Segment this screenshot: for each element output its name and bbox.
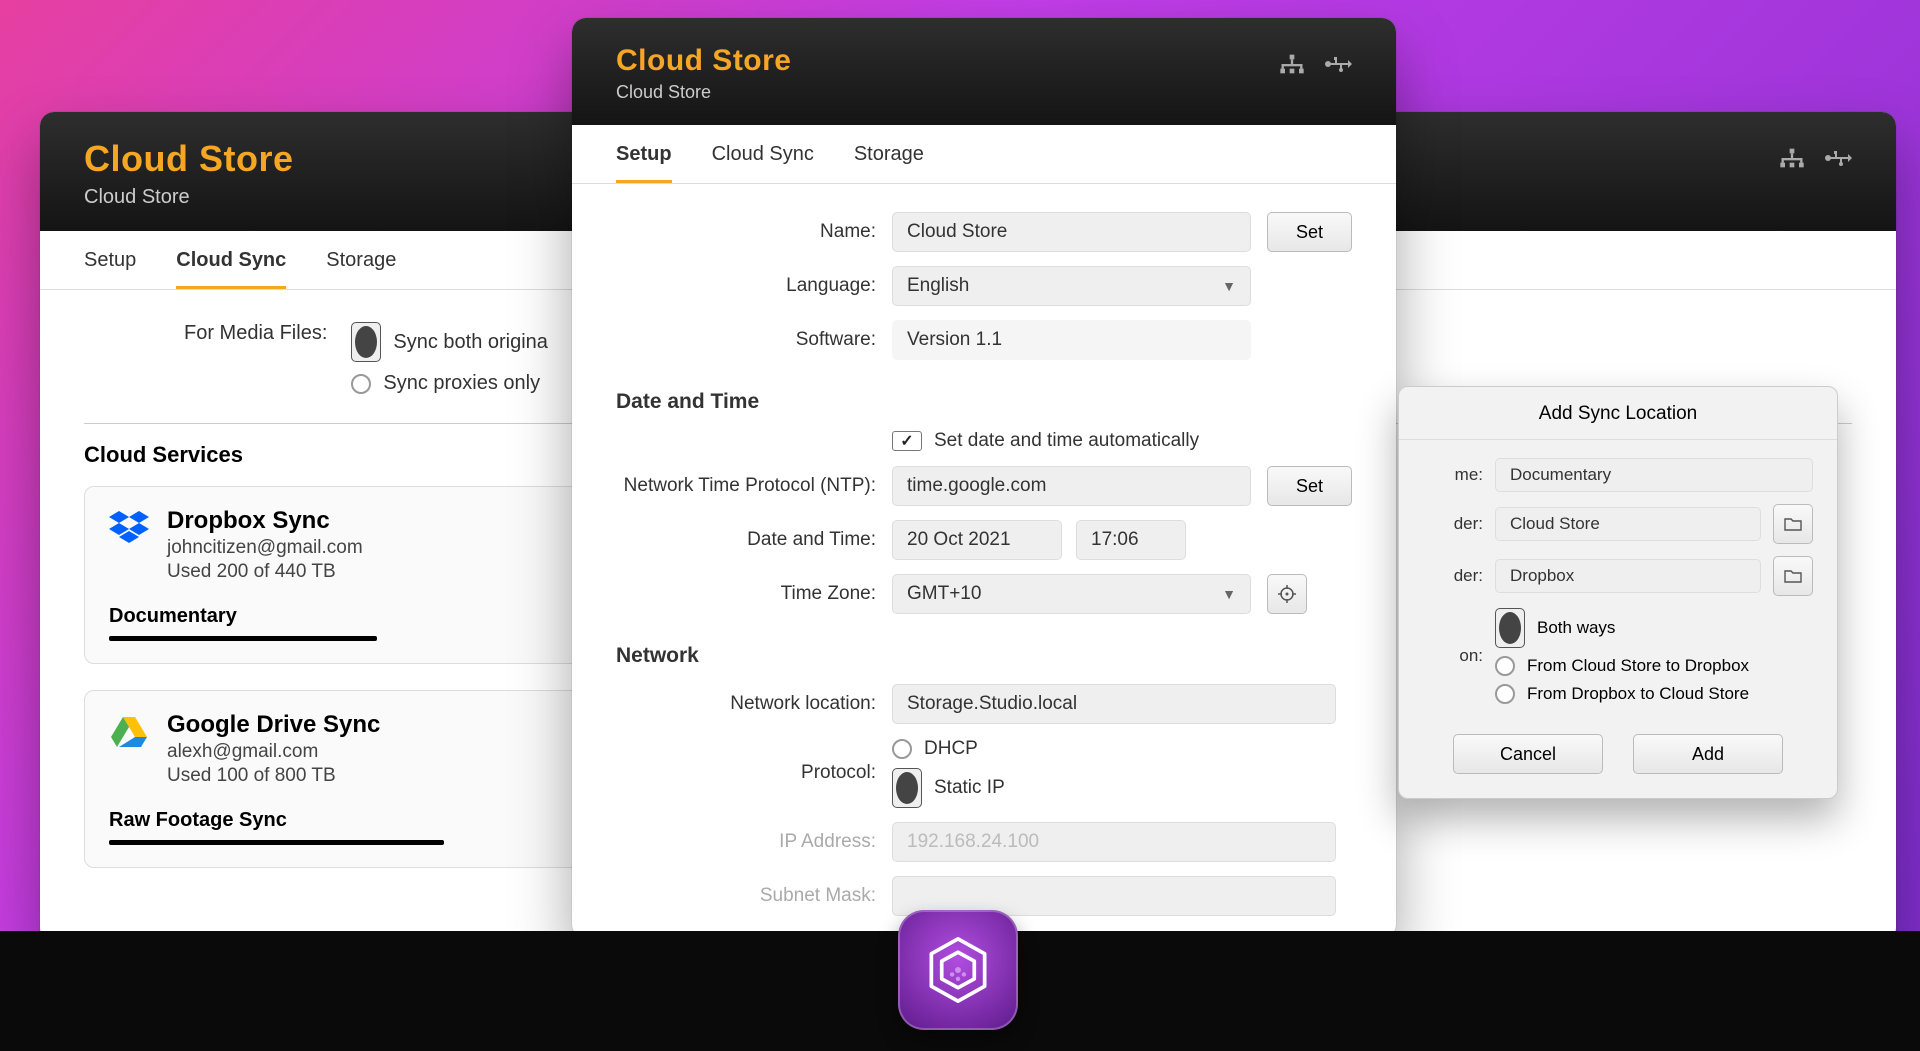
service-name: Google Drive Sync bbox=[167, 711, 380, 739]
asl-title: Add Sync Location bbox=[1399, 387, 1837, 440]
tab-storage[interactable]: Storage bbox=[854, 143, 924, 183]
app-title: Cloud Store bbox=[84, 138, 294, 180]
google-drive-icon bbox=[109, 711, 149, 751]
cloudstore-window-setup: Cloud Store Cloud Store Setup Cloud Sync… bbox=[572, 18, 1396, 938]
software-label: Software: bbox=[616, 329, 876, 351]
service-usage: Used 200 of 440 TB bbox=[167, 561, 363, 583]
tab-storage[interactable]: Storage bbox=[326, 249, 396, 289]
timezone-label: Time Zone: bbox=[616, 583, 876, 605]
tab-cloud-sync[interactable]: Cloud Sync bbox=[176, 249, 286, 289]
add-sync-location-panel: Add Sync Location me: Documentary der: C… bbox=[1398, 386, 1838, 799]
asl-add-button[interactable]: Add bbox=[1633, 734, 1783, 774]
software-version: Version 1.1 bbox=[892, 320, 1251, 360]
asl-name-input[interactable]: Documentary bbox=[1495, 458, 1813, 492]
ip-label: IP Address: bbox=[616, 831, 876, 853]
tab-setup[interactable]: Setup bbox=[84, 249, 136, 289]
service-account: alexh@gmail.com bbox=[167, 741, 380, 763]
network-icon[interactable] bbox=[1778, 148, 1806, 173]
protocol-label: Protocol: bbox=[616, 762, 876, 784]
media-files-label: For Media Files: bbox=[184, 322, 327, 345]
window-header: Cloud Store Cloud Store bbox=[572, 18, 1396, 125]
auto-datetime-checkbox[interactable]: Set date and time automatically bbox=[892, 430, 1352, 452]
asl-dir-to-dropbox[interactable]: From Cloud Store to Dropbox bbox=[1495, 656, 1813, 676]
radio-icon bbox=[1495, 684, 1515, 704]
asl-dir-from-dropbox[interactable]: From Dropbox to Cloud Store bbox=[1495, 684, 1813, 704]
asl-name-label: me: bbox=[1423, 465, 1483, 485]
chevron-down-icon: ▼ bbox=[1222, 586, 1236, 602]
datetime-label: Date and Time: bbox=[616, 529, 876, 551]
service-entry-name: Documentary bbox=[109, 605, 237, 628]
radio-icon bbox=[892, 768, 922, 808]
service-entry-name: Raw Footage Sync bbox=[109, 809, 287, 832]
netloc-input[interactable]: Storage.Studio.local bbox=[892, 684, 1336, 724]
network-icon[interactable] bbox=[1278, 54, 1306, 79]
radio-icon bbox=[351, 374, 371, 394]
timezone-select[interactable]: GMT+10 ▼ bbox=[892, 574, 1251, 614]
protocol-dhcp[interactable]: DHCP bbox=[892, 738, 1352, 760]
app-title: Cloud Store bbox=[616, 44, 792, 78]
asl-folder1-label: der: bbox=[1423, 514, 1483, 534]
asl-cancel-button[interactable]: Cancel bbox=[1453, 734, 1603, 774]
service-account: johncitizen@gmail.com bbox=[167, 537, 363, 559]
time-input[interactable]: 17:06 bbox=[1076, 520, 1186, 560]
ntp-input[interactable]: time.google.com bbox=[892, 466, 1251, 506]
radio-icon bbox=[351, 322, 381, 362]
service-usage: Used 100 of 800 TB bbox=[167, 765, 380, 787]
asl-dir-both[interactable]: Both ways bbox=[1495, 608, 1813, 648]
asl-folder2-label: der: bbox=[1423, 566, 1483, 586]
name-input[interactable]: Cloud Store bbox=[892, 212, 1251, 252]
asl-folder2-input[interactable]: Dropbox bbox=[1495, 559, 1761, 593]
name-label: Name: bbox=[616, 221, 876, 243]
tabs: Setup Cloud Sync Storage bbox=[572, 125, 1396, 184]
language-select[interactable]: English ▼ bbox=[892, 266, 1251, 306]
tab-cloud-sync[interactable]: Cloud Sync bbox=[712, 143, 814, 183]
asl-direction-label: on: bbox=[1423, 646, 1483, 666]
radio-icon bbox=[1495, 656, 1515, 676]
network-heading: Network bbox=[616, 644, 1352, 668]
folder-icon bbox=[1784, 517, 1802, 531]
app-subtitle: Cloud Store bbox=[616, 82, 792, 103]
datetime-heading: Date and Time bbox=[616, 390, 1352, 414]
netloc-label: Network location: bbox=[616, 693, 876, 715]
usb-icon[interactable] bbox=[1324, 54, 1352, 79]
ntp-set-button[interactable]: Set bbox=[1267, 466, 1352, 506]
media-files-option-proxies[interactable]: Sync proxies only bbox=[351, 372, 548, 395]
app-icon[interactable] bbox=[898, 910, 1018, 1030]
language-label: Language: bbox=[616, 275, 876, 297]
asl-folder1-input[interactable]: Cloud Store bbox=[1495, 507, 1761, 541]
header-icons bbox=[1278, 54, 1352, 79]
app-subtitle: Cloud Store bbox=[84, 186, 294, 209]
media-files-option-both[interactable]: Sync both origina bbox=[351, 322, 548, 362]
folder-icon bbox=[1784, 569, 1802, 583]
header-icons bbox=[1778, 148, 1852, 173]
chevron-down-icon: ▼ bbox=[1222, 278, 1236, 294]
radio-icon bbox=[892, 739, 912, 759]
locate-timezone-button[interactable] bbox=[1267, 574, 1307, 614]
locate-icon bbox=[1278, 585, 1296, 603]
dropbox-icon bbox=[109, 507, 149, 547]
service-progress-bar bbox=[109, 636, 377, 641]
asl-folder2-browse-button[interactable] bbox=[1773, 556, 1813, 596]
subnet-label: Subnet Mask: bbox=[616, 885, 876, 907]
date-input[interactable]: 20 Oct 2021 bbox=[892, 520, 1062, 560]
ip-input[interactable]: 192.168.24.100 bbox=[892, 822, 1336, 862]
protocol-static[interactable]: Static IP bbox=[892, 768, 1352, 808]
name-set-button[interactable]: Set bbox=[1267, 212, 1352, 252]
service-name: Dropbox Sync bbox=[167, 507, 363, 535]
tab-setup[interactable]: Setup bbox=[616, 143, 672, 183]
radio-icon bbox=[1495, 608, 1525, 648]
usb-icon[interactable] bbox=[1824, 148, 1852, 173]
checkbox-icon bbox=[892, 431, 922, 451]
ntp-label: Network Time Protocol (NTP): bbox=[616, 475, 876, 497]
asl-folder1-browse-button[interactable] bbox=[1773, 504, 1813, 544]
service-progress-bar bbox=[109, 840, 444, 845]
